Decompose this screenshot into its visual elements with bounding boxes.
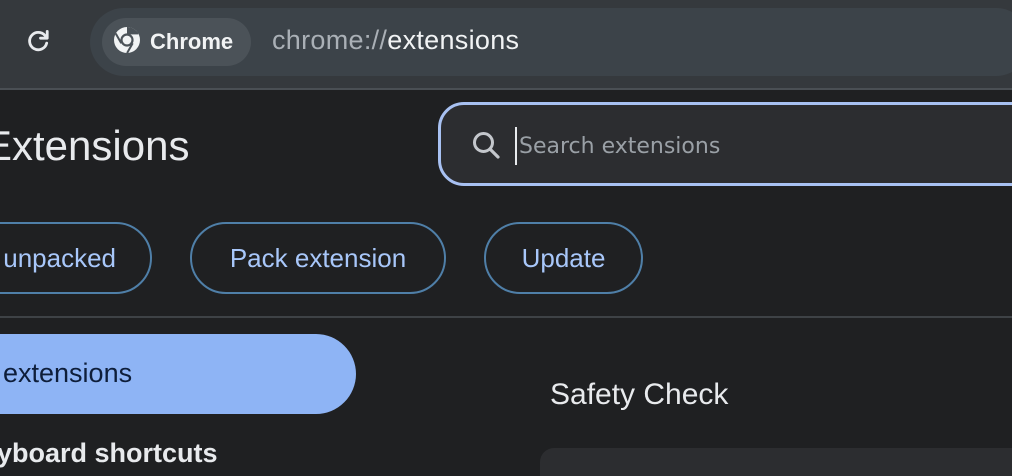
sidebar-item-label: y extensions bbox=[0, 358, 133, 388]
sidebar-item-label: eyboard shortcuts bbox=[0, 438, 218, 468]
address-bar[interactable]: Chrome chrome://extensions bbox=[90, 8, 1012, 76]
safety-check-card bbox=[540, 448, 1012, 476]
sidebar-item-my-extensions[interactable]: y extensions bbox=[0, 334, 356, 414]
url-text[interactable]: chrome://extensions bbox=[272, 25, 519, 56]
reload-button[interactable] bbox=[14, 22, 62, 64]
search-input[interactable] bbox=[515, 127, 1012, 165]
site-info-chip[interactable]: Chrome bbox=[102, 18, 252, 66]
extensions-page: Chrome chrome://extensions Extensions un… bbox=[0, 0, 1012, 476]
site-chip-label: Chrome bbox=[150, 29, 234, 54]
safety-check-title: Safety Check bbox=[550, 378, 729, 411]
chrome-icon bbox=[112, 25, 142, 60]
url-host: extensions bbox=[387, 25, 520, 55]
pack-extension-button[interactable]: Pack extension bbox=[190, 222, 446, 294]
search-box[interactable] bbox=[438, 102, 1012, 186]
toolbar-divider bbox=[0, 316, 1012, 318]
search-icon bbox=[471, 130, 501, 160]
page-title: Extensions bbox=[0, 122, 190, 169]
url-scheme: chrome:// bbox=[272, 25, 388, 55]
sidebar-item-keyboard-shortcuts[interactable]: eyboard shortcuts bbox=[0, 432, 356, 476]
load-unpacked-button[interactable]: unpacked bbox=[0, 222, 152, 294]
browser-toolbar: Chrome chrome://extensions bbox=[0, 0, 1012, 90]
update-button[interactable]: Update bbox=[484, 222, 643, 294]
reload-icon bbox=[25, 28, 51, 59]
